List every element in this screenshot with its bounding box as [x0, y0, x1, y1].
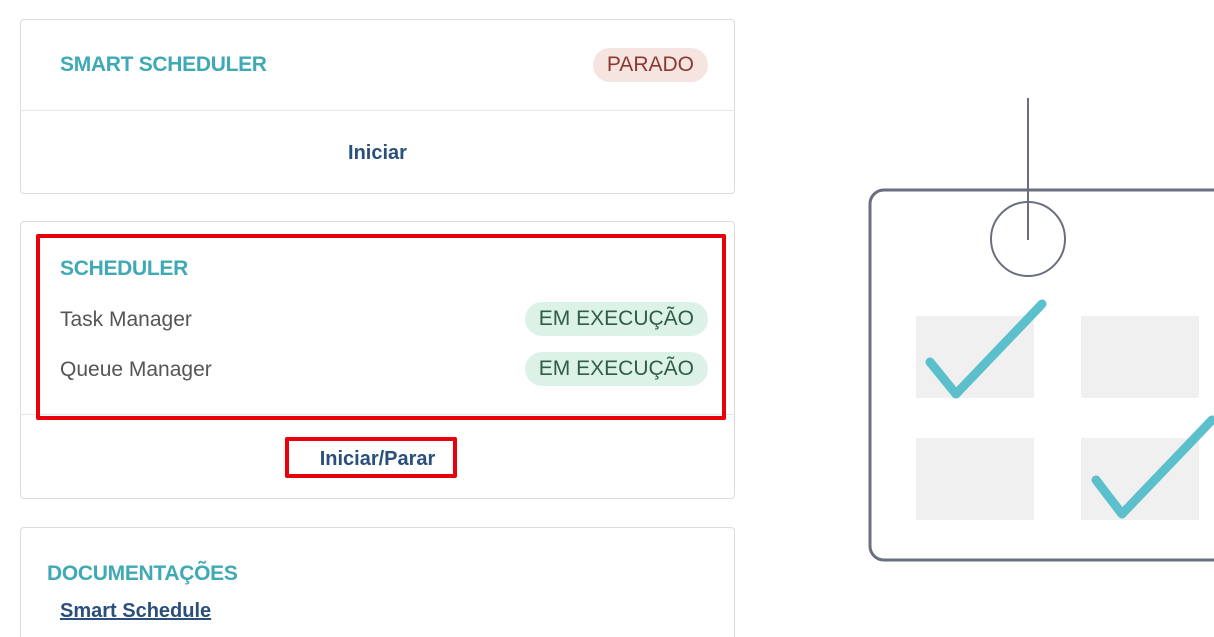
- divider: [21, 110, 734, 111]
- start-button[interactable]: Iniciar: [21, 142, 734, 165]
- smart-scheduler-title: SMART SCHEDULER: [60, 53, 267, 76]
- documentation-title: DOCUMENTAÇÕES: [47, 562, 238, 585]
- status-badge-parado: PARADO: [592, 48, 708, 82]
- checkbox-2: [1081, 316, 1199, 398]
- calendar-checklist-icon: [868, 98, 1214, 562]
- documentation-card: DOCUMENTAÇÕES Smart Schedule: [20, 527, 735, 637]
- smart-scheduler-card: SMART SCHEDULER PARADO Iniciar: [20, 19, 735, 194]
- smart-schedule-doc-link[interactable]: Smart Schedule: [60, 600, 211, 623]
- highlight-start-stop-button: [285, 437, 457, 478]
- highlight-scheduler-status: [36, 234, 726, 420]
- checkbox-3: [916, 438, 1034, 520]
